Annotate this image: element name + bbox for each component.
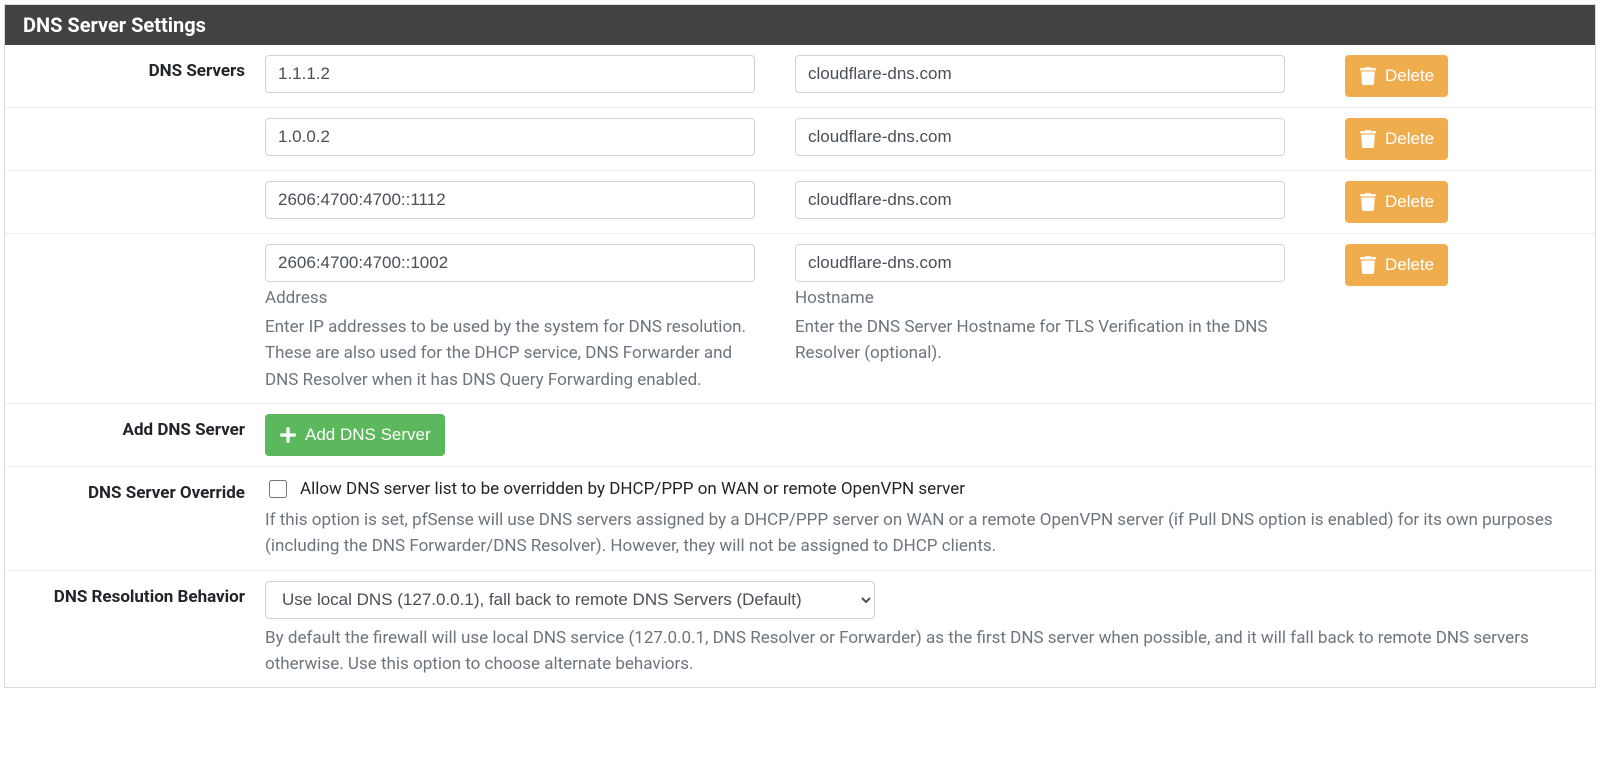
plus-icon xyxy=(279,426,297,444)
add-dns-server-button[interactable]: Add DNS Server xyxy=(265,414,445,456)
delete-button[interactable]: Delete xyxy=(1345,55,1448,97)
address-sublabel: Address xyxy=(265,288,755,308)
dns-server-row: Delete xyxy=(5,171,1595,234)
dns-hostname-input[interactable] xyxy=(795,181,1285,219)
add-dns-server-label: Add DNS Server xyxy=(5,414,265,440)
override-checkbox-label[interactable]: Allow DNS server list to be overridden b… xyxy=(265,477,1579,501)
address-help-text: Enter IP addresses to be used by the sys… xyxy=(265,314,755,393)
trash-icon xyxy=(1359,67,1377,85)
dns-address-input[interactable] xyxy=(265,181,755,219)
delete-button-label: Delete xyxy=(1385,129,1434,149)
add-dns-server-button-label: Add DNS Server xyxy=(305,425,431,445)
override-help-text: If this option is set, pfSense will use … xyxy=(265,507,1579,560)
delete-button[interactable]: Delete xyxy=(1345,118,1448,160)
dns-hostname-input[interactable] xyxy=(795,118,1285,156)
dns-resolution-behavior-row: DNS Resolution Behavior Use local DNS (1… xyxy=(5,571,1595,688)
dns-address-input[interactable] xyxy=(265,118,755,156)
trash-icon xyxy=(1359,256,1377,274)
resolution-help-text: By default the firewall will use local D… xyxy=(265,625,1579,678)
dns-server-override-label: DNS Server Override xyxy=(5,477,265,503)
dns-address-input[interactable] xyxy=(265,55,755,93)
delete-button-label: Delete xyxy=(1385,192,1434,212)
add-dns-server-row: Add DNS Server Add DNS Server xyxy=(5,404,1595,467)
dns-server-row: DNS Servers Delete xyxy=(5,45,1595,108)
hostname-sublabel: Hostname xyxy=(795,288,1285,308)
delete-button-label: Delete xyxy=(1385,66,1434,86)
override-checkbox-text: Allow DNS server list to be overridden b… xyxy=(300,479,965,499)
dns-hostname-input[interactable] xyxy=(795,55,1285,93)
panel-title: DNS Server Settings xyxy=(5,5,1595,45)
override-checkbox[interactable] xyxy=(269,480,287,498)
dns-resolution-behavior-label: DNS Resolution Behavior xyxy=(5,581,265,607)
trash-icon xyxy=(1359,193,1377,211)
dns-hostname-input[interactable] xyxy=(795,244,1285,282)
dns-server-row: Delete xyxy=(5,108,1595,171)
dns-address-input[interactable] xyxy=(265,244,755,282)
dns-server-row: Address Enter IP addresses to be used by… xyxy=(5,234,1595,404)
delete-button[interactable]: Delete xyxy=(1345,244,1448,286)
dns-server-override-row: DNS Server Override Allow DNS server lis… xyxy=(5,467,1595,571)
trash-icon xyxy=(1359,130,1377,148)
dns-servers-label: DNS Servers xyxy=(5,55,265,81)
delete-button-label: Delete xyxy=(1385,255,1434,275)
delete-button[interactable]: Delete xyxy=(1345,181,1448,223)
dns-server-settings-panel: DNS Server Settings DNS Servers Delete xyxy=(4,4,1596,688)
hostname-help-text: Enter the DNS Server Hostname for TLS Ve… xyxy=(795,314,1285,367)
dns-resolution-behavior-select[interactable]: Use local DNS (127.0.0.1), fall back to … xyxy=(265,581,875,619)
